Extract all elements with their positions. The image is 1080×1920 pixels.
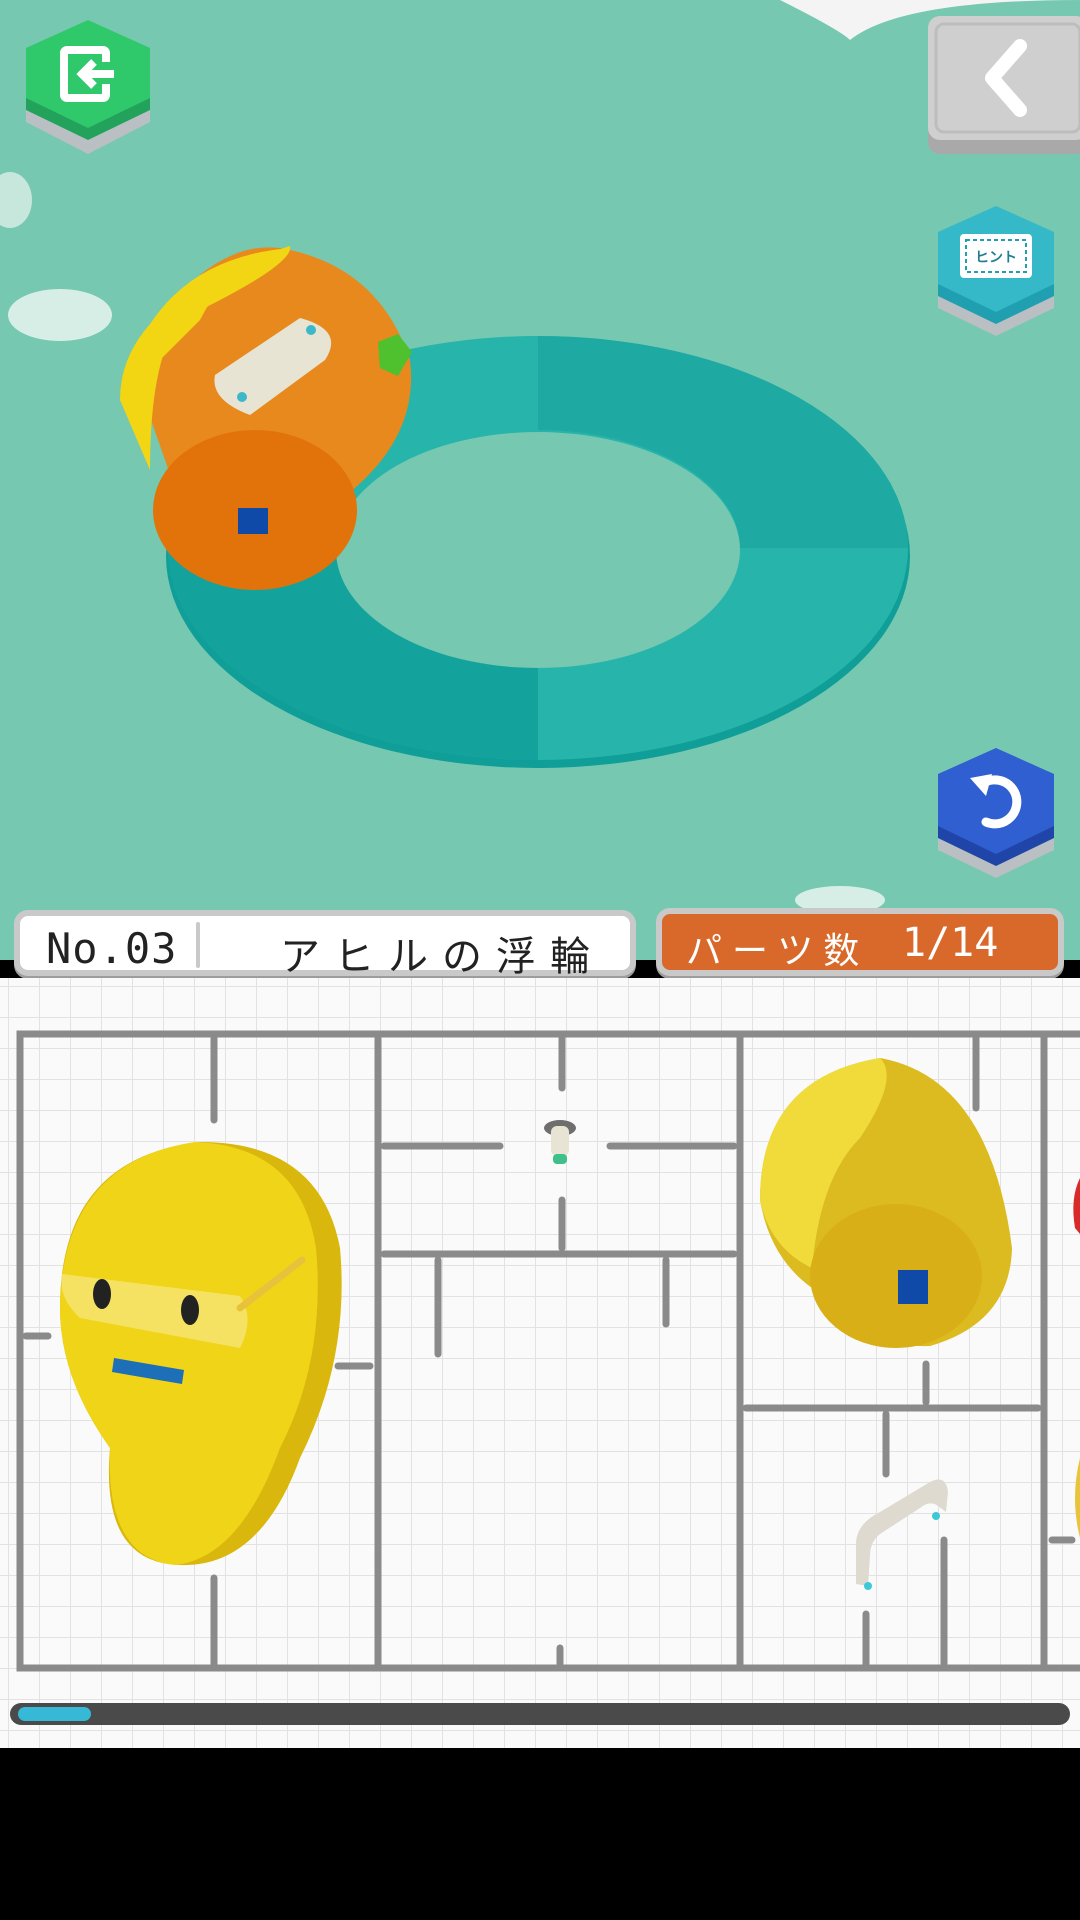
level-title: アヒルの浮輪 — [280, 934, 604, 980]
duck-handle-pin — [237, 392, 247, 402]
progress-fill — [18, 1707, 91, 1721]
parts-tray[interactable] — [0, 978, 1080, 1748]
swim-ring-hole — [336, 432, 740, 668]
red-part-edge[interactable] — [1073, 1178, 1080, 1234]
scroll-progress-bar[interactable] — [10, 1703, 1070, 1725]
blank-area — [0, 1750, 1080, 1920]
cloud — [0, 172, 32, 228]
scene-artwork — [0, 0, 1080, 914]
level-name-panel: No.03 アヒルの浮輪 — [14, 910, 636, 980]
parts-count-panel: パーツ数 1/14 — [656, 908, 1064, 976]
yellow-part-edge[interactable] — [1075, 1458, 1080, 1538]
figure-part[interactable] — [544, 1120, 576, 1164]
runner-frame — [16, 1030, 1080, 1672]
back-button[interactable] — [928, 16, 1080, 154]
handle-part[interactable] — [856, 1479, 948, 1590]
hint-icon: ヒント — [960, 234, 1032, 278]
exit-button[interactable] — [22, 18, 154, 160]
undo-button[interactable] — [934, 744, 1058, 884]
duck-handle-pin — [306, 325, 316, 335]
level-number: No.03 — [46, 924, 178, 973]
parts-label: パーツ数 — [686, 931, 870, 972]
cloud — [8, 289, 112, 341]
assembly-scene[interactable] — [0, 0, 1080, 960]
duck-head-part[interactable] — [60, 1142, 342, 1566]
parts-count: 1/14 — [902, 920, 999, 966]
duck-socket — [238, 508, 268, 534]
divider — [196, 922, 200, 968]
hint-button[interactable]: ヒント — [934, 202, 1058, 342]
hint-label: ヒント — [975, 250, 1017, 266]
